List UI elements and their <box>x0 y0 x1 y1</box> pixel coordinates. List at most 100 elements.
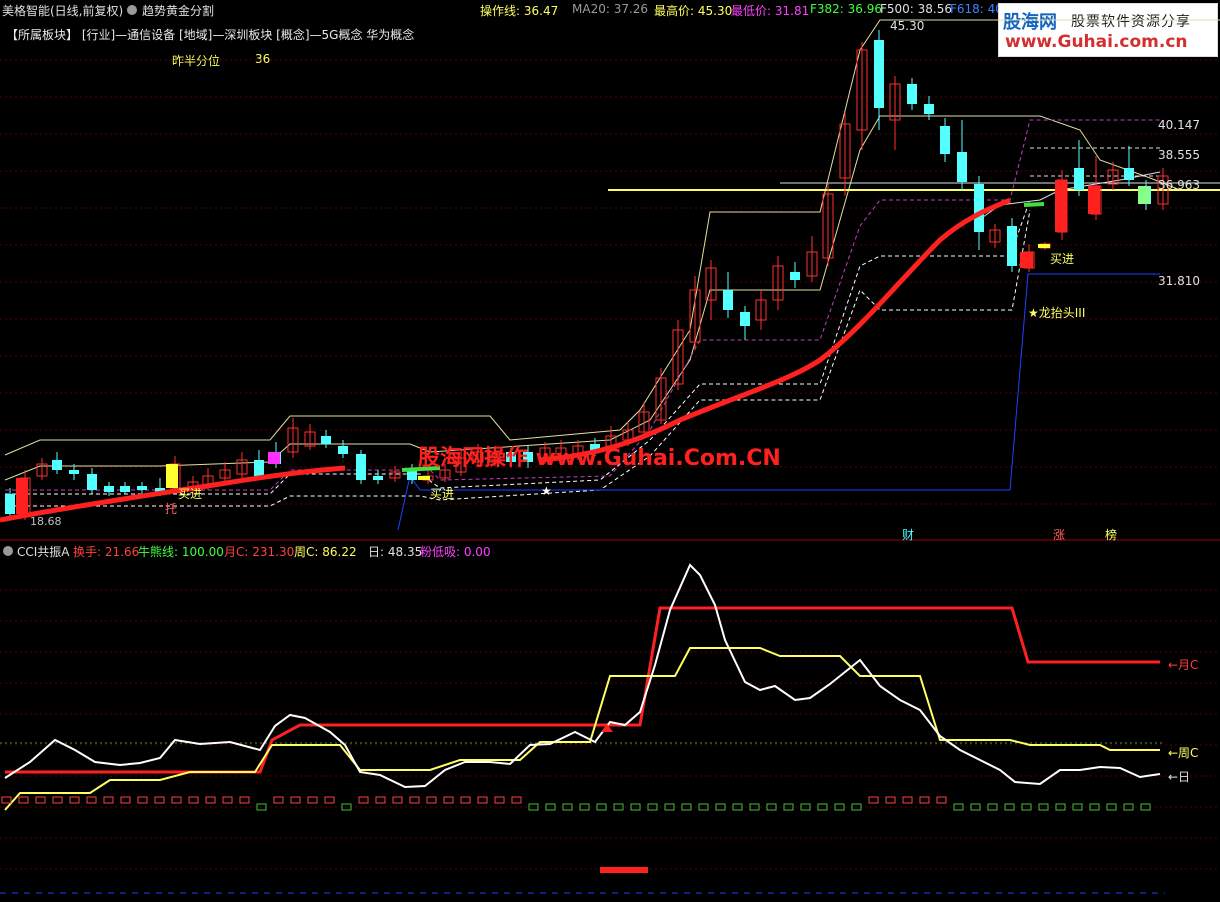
candle-body <box>5 494 15 514</box>
buy-marker-1: 买进 <box>178 487 203 501</box>
candle-body <box>1038 244 1050 248</box>
green-segment <box>1023 202 1045 207</box>
candle-body <box>723 290 733 310</box>
candle-body <box>1074 168 1084 190</box>
week-c-line <box>4 647 1160 811</box>
red-block <box>600 867 648 873</box>
indicator-square <box>358 796 369 804</box>
indicator-square <box>137 796 148 804</box>
turnover-value: 换手: 21.66 <box>73 545 140 559</box>
candle-body <box>321 436 331 444</box>
candle-body <box>373 476 383 480</box>
indicator-squares <box>1 796 1151 873</box>
price-label-high: 45.30 <box>890 19 925 33</box>
pink-low-value: 粉低吸: 0.00 <box>420 545 491 559</box>
candle-body <box>940 126 950 154</box>
candle-body <box>120 486 130 492</box>
indicator-square <box>120 796 131 804</box>
indicator-square <box>511 796 522 804</box>
dragon-marker: ★龙抬头III <box>1028 306 1086 320</box>
candle-body <box>268 452 280 464</box>
indicator-name[interactable]: CCI共振A <box>17 543 70 560</box>
candle-body <box>1020 252 1033 268</box>
band-line <box>4 19 1220 456</box>
indicator-lines <box>4 563 1161 811</box>
indicator-square <box>239 796 250 804</box>
buy-marker-3: 买进 <box>1050 252 1075 266</box>
candle-body <box>166 464 178 488</box>
candle-body <box>87 474 97 490</box>
indicator-square <box>35 796 46 804</box>
month-c-line <box>5 606 1160 774</box>
day-value: 日: 48.35 <box>368 545 423 559</box>
indicator-square <box>86 796 97 804</box>
label-day: ←日 <box>1168 770 1191 784</box>
gear-icon[interactable] <box>3 546 13 556</box>
indicator-square <box>171 796 182 804</box>
indicator-square <box>222 796 233 804</box>
candle-body <box>52 460 62 470</box>
watermark: 股海网操作 www.Guhai.Com.CN <box>418 446 781 471</box>
indicator-square <box>188 796 199 804</box>
indicator-square <box>392 796 403 804</box>
indicator-square <box>494 796 505 804</box>
price-label-f618: 40.147 <box>1158 118 1200 132</box>
indicator-square <box>18 796 29 804</box>
indicator-square <box>868 796 879 804</box>
indicator-square <box>902 796 913 804</box>
price-label-f500: 38.555 <box>1158 148 1200 162</box>
zhang-marker: 涨 <box>1053 528 1066 542</box>
candle-body <box>1138 186 1150 204</box>
indicator-square <box>324 796 335 804</box>
low-price-tag: 18.68 <box>30 515 62 528</box>
candle-body <box>338 446 348 454</box>
price-label-f382: 36.963 <box>1158 178 1200 192</box>
star-marker: ★ <box>541 484 552 498</box>
indicator-square <box>460 796 471 804</box>
candle-body <box>356 454 366 480</box>
indicator-square <box>426 796 437 804</box>
ma-line <box>0 197 1045 523</box>
indicator-square <box>69 796 80 804</box>
tuo-marker: 托 <box>165 502 178 516</box>
band-line <box>5 119 1160 491</box>
candle-body <box>974 184 984 232</box>
indicator-square <box>52 796 63 804</box>
indicator-square <box>154 796 165 804</box>
candle-body <box>1007 226 1017 266</box>
candle-body <box>740 312 750 326</box>
indicator-square <box>273 796 284 804</box>
indicator-square <box>375 796 386 804</box>
indicator-square <box>443 796 454 804</box>
label-month-c: ←月C <box>1168 658 1199 672</box>
indicator-header: CCI共振A 换手: 21.66 牛熊线: 100.00 月C: 231.30 … <box>0 543 1220 559</box>
candle-body <box>16 478 28 514</box>
buy-marker-2: 买进 <box>430 487 455 501</box>
day-line <box>4 563 1161 789</box>
indicator-square <box>885 796 896 804</box>
candle-body <box>1088 186 1100 214</box>
candle-body <box>254 460 264 476</box>
candle-body <box>790 272 800 280</box>
bull-bear-value: 牛熊线: 100.00 <box>138 545 224 559</box>
candle-body <box>924 104 934 114</box>
candle-body <box>104 486 114 492</box>
label-week-c: ←周C <box>1168 746 1199 760</box>
indicator-square <box>290 796 301 804</box>
indicator-square <box>307 796 318 804</box>
candle-body <box>957 152 967 182</box>
week-c-value: 周C: 86.22 <box>294 545 357 559</box>
candle-body <box>418 476 430 480</box>
indicator-square <box>936 796 947 804</box>
ma20-line <box>0 197 1012 523</box>
month-c-value: 月C: 231.30 <box>224 545 295 559</box>
cai-marker: 财 <box>902 528 915 542</box>
indicator-square <box>477 796 488 804</box>
indicator-square <box>103 796 114 804</box>
candle-body <box>907 84 917 104</box>
candle-body <box>1055 180 1067 232</box>
candle-body <box>137 486 147 490</box>
candle-body <box>1124 168 1134 180</box>
candle-body <box>69 470 79 474</box>
indicator-square <box>409 796 420 804</box>
